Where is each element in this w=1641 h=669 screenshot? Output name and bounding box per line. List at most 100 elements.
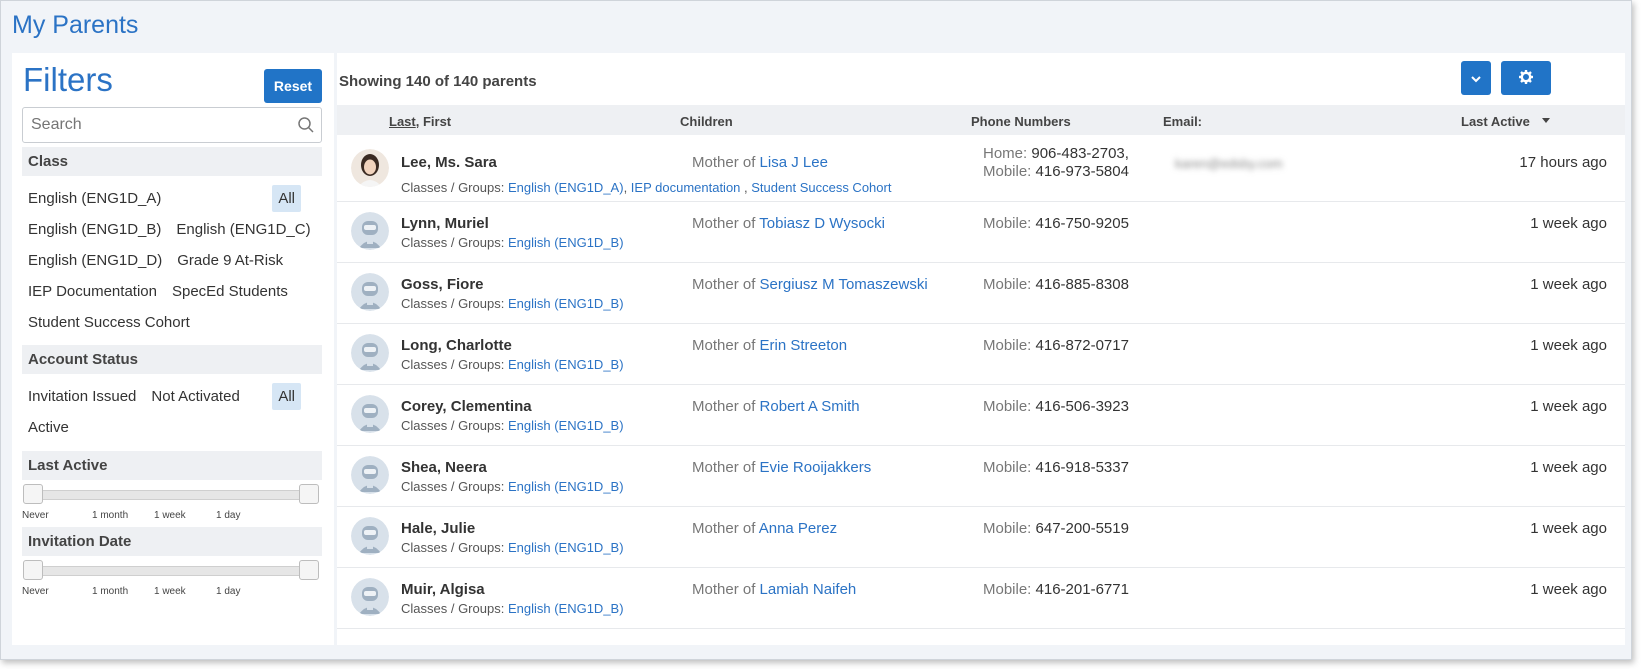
relation-label: Mother of bbox=[692, 215, 756, 232]
status-option-not-activated[interactable]: Not Activated bbox=[145, 383, 245, 410]
table-row[interactable]: Shea, Neera Classes / Groups: English (EN… bbox=[337, 446, 1625, 507]
child-link[interactable]: Lisa J Lee bbox=[760, 154, 828, 171]
slider-tick: 1 month bbox=[92, 586, 129, 597]
group-link[interactable]: IEP documentation bbox=[631, 180, 741, 195]
last-active-slider-track[interactable] bbox=[32, 490, 302, 500]
default-avatar-icon bbox=[351, 212, 389, 250]
child-link[interactable]: Anna Perez bbox=[759, 520, 837, 537]
parent-name[interactable]: Corey, Clementina bbox=[401, 398, 532, 415]
child-link[interactable]: Evie Rooijakkers bbox=[760, 459, 872, 476]
class-option-grade9-at-risk[interactable]: Grade 9 At-Risk bbox=[171, 247, 289, 274]
class-option-eng1d-d[interactable]: English (ENG1D_D) bbox=[22, 247, 168, 274]
parent-name[interactable]: Lee, Ms. Sara bbox=[401, 154, 497, 171]
default-avatar-icon bbox=[351, 456, 389, 494]
group-link[interactable]: English (ENG1D_B) bbox=[508, 540, 624, 555]
status-option-active[interactable]: Active bbox=[22, 414, 75, 441]
invitation-date-slider-track[interactable] bbox=[32, 566, 302, 576]
group-link[interactable]: English (ENG1D_B) bbox=[508, 235, 624, 250]
table-row[interactable]: Hale, Julie Classes / Groups: English (EN… bbox=[337, 507, 1625, 568]
group-link[interactable]: English (ENG1D_B) bbox=[508, 601, 624, 616]
group-link[interactable]: English (ENG1D_A) bbox=[508, 180, 624, 195]
table-row[interactable]: Lynn, Muriel Classes / Groups: English (E… bbox=[337, 202, 1625, 263]
class-option-eng1d-a[interactable]: English (ENG1D_A) bbox=[22, 185, 167, 212]
table-row[interactable]: Long, Charlotte Classes / Groups: English… bbox=[337, 324, 1625, 385]
group-link[interactable]: English (ENG1D_B) bbox=[508, 418, 624, 433]
settings-button[interactable] bbox=[1501, 61, 1551, 95]
status-option-invitation-issued[interactable]: Invitation Issued bbox=[22, 383, 142, 410]
phone-number[interactable]: 647-200-5519 bbox=[1036, 520, 1129, 537]
phone-number[interactable]: 416-973-5804 bbox=[1036, 163, 1129, 180]
status-option-all[interactable]: All bbox=[272, 383, 301, 410]
parent-name[interactable]: Shea, Neera bbox=[401, 459, 487, 476]
last-active-slider-max-handle[interactable] bbox=[299, 484, 319, 504]
slider-tick: 1 day bbox=[216, 510, 241, 521]
phone-line: Mobile: 416-872-0717 bbox=[983, 337, 1129, 355]
phone-numbers: Mobile: 416-885-8308 bbox=[983, 276, 1129, 294]
class-option-iep-documentation[interactable]: IEP Documentation bbox=[22, 278, 163, 305]
phone-numbers: Mobile: 416-201-6771 bbox=[983, 581, 1129, 599]
child-link[interactable]: Sergiusz M Tomaszewski bbox=[760, 276, 928, 293]
classes-groups: Classes / Groups: English (ENG1D_B) bbox=[401, 235, 624, 250]
table-row[interactable]: Muir, Algisa Classes / Groups: English (E… bbox=[337, 568, 1625, 629]
child-relation: Mother of Lamiah Naifeh bbox=[692, 581, 856, 598]
sort-first-label: , First bbox=[415, 114, 452, 129]
groups-label: Classes / Groups: bbox=[401, 601, 505, 616]
column-header-last-active[interactable]: Last Active bbox=[1461, 114, 1530, 129]
child-link[interactable]: Lamiah Naifeh bbox=[760, 581, 857, 598]
sort-last-link[interactable]: Last bbox=[389, 114, 416, 129]
child-link[interactable]: Robert A Smith bbox=[760, 398, 860, 415]
phone-numbers: Mobile: 416-506-3923 bbox=[983, 398, 1129, 416]
invitation-date-slider-max-handle[interactable] bbox=[299, 560, 319, 580]
group-link[interactable]: English (ENG1D_B) bbox=[508, 479, 624, 494]
class-option-speced-students[interactable]: SpecEd Students bbox=[166, 278, 294, 305]
phone-number[interactable]: 416-750-9205 bbox=[1036, 215, 1129, 232]
table-row[interactable]: Corey, Clementina Classes / Groups: Engli… bbox=[337, 385, 1625, 446]
phone-number[interactable]: 416-506-3923 bbox=[1036, 398, 1129, 415]
email-blurred: karen@edsby.com bbox=[1175, 156, 1283, 171]
last-active-slider-min-handle[interactable] bbox=[23, 484, 43, 504]
child-relation: Mother of Robert A Smith bbox=[692, 398, 860, 415]
phone-type: Mobile: bbox=[983, 581, 1032, 598]
child-relation: Mother of Evie Rooijakkers bbox=[692, 459, 871, 476]
child-link[interactable]: Erin Streeton bbox=[760, 337, 848, 354]
child-relation: Mother of Lisa J Lee bbox=[692, 154, 828, 171]
last-active-value: 17 hours ago bbox=[1519, 154, 1607, 171]
parent-name[interactable]: Muir, Algisa bbox=[401, 581, 485, 598]
status-options: All Invitation Issued Not Activated Active bbox=[22, 382, 322, 444]
child-relation: Mother of Erin Streeton bbox=[692, 337, 847, 354]
dropdown-button[interactable] bbox=[1461, 61, 1491, 95]
reset-button[interactable]: Reset bbox=[264, 69, 322, 103]
phone-number[interactable]: 416-201-6771 bbox=[1036, 581, 1129, 598]
sort-desc-icon[interactable] bbox=[1542, 118, 1550, 123]
child-link[interactable]: Tobiasz D Wysocki bbox=[759, 215, 885, 232]
classes-groups: Classes / Groups: English (ENG1D_B) bbox=[401, 357, 624, 372]
column-header-children: Children bbox=[680, 114, 733, 129]
search-input[interactable] bbox=[23, 108, 283, 142]
parent-name[interactable]: Goss, Fiore bbox=[401, 276, 484, 293]
parent-name[interactable]: Hale, Julie bbox=[401, 520, 475, 537]
parent-name[interactable]: Long, Charlotte bbox=[401, 337, 512, 354]
groups-label: Classes / Groups: bbox=[401, 418, 505, 433]
phone-type: Mobile: bbox=[983, 337, 1032, 354]
class-option-eng1d-c[interactable]: English (ENG1D_C) bbox=[170, 216, 316, 243]
chevron-down-icon bbox=[1471, 75, 1481, 82]
relation-label: Mother of bbox=[692, 520, 756, 537]
group-link[interactable]: English (ENG1D_B) bbox=[508, 357, 624, 372]
phone-number[interactable]: 416-872-0717 bbox=[1036, 337, 1129, 354]
class-option-all[interactable]: All bbox=[272, 185, 301, 212]
class-option-student-success-cohort[interactable]: Student Success Cohort bbox=[22, 309, 196, 336]
phone-number[interactable]: 416-918-5337 bbox=[1036, 459, 1129, 476]
table-row[interactable]: Goss, Fiore Classes / Groups: English (EN… bbox=[337, 263, 1625, 324]
invitation-date-slider-min-handle[interactable] bbox=[23, 560, 43, 580]
parent-name[interactable]: Lynn, Muriel bbox=[401, 215, 489, 232]
table-row[interactable]: Lee, Ms. Sara Classes / Groups: English (… bbox=[337, 135, 1625, 202]
class-option-eng1d-b[interactable]: English (ENG1D_B) bbox=[22, 216, 167, 243]
search-icon[interactable] bbox=[297, 116, 315, 134]
phone-number[interactable]: 906-483-2703, bbox=[1031, 145, 1129, 162]
group-link[interactable]: English (ENG1D_B) bbox=[508, 296, 624, 311]
phone-number[interactable]: 416-885-8308 bbox=[1036, 276, 1129, 293]
group-link[interactable]: Student Success Cohort bbox=[751, 180, 891, 195]
slider-tick: Never bbox=[22, 510, 49, 521]
relation-label: Mother of bbox=[692, 154, 756, 171]
groups-label: Classes / Groups: bbox=[401, 479, 505, 494]
